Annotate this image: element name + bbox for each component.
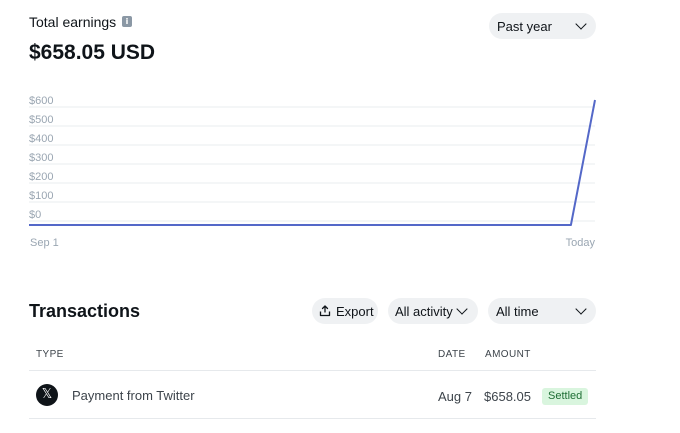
chevron-down-icon [456, 303, 468, 315]
export-button[interactable]: Export [312, 298, 378, 324]
earnings-title: Total earnings [29, 14, 117, 30]
export-icon [319, 305, 331, 317]
chevron-down-icon [575, 303, 587, 315]
column-header-amount: AMOUNT [485, 349, 531, 360]
status-badge: Settled [542, 388, 589, 405]
y-tick-label: $500 [29, 114, 53, 126]
total-earnings-amount: $658.05 USD [29, 41, 156, 64]
earnings-line [29, 99, 596, 226]
y-tick-label: $100 [29, 190, 53, 202]
column-header-type: TYPE [36, 349, 64, 360]
x-axis-ticks: Sep 1 Today [30, 237, 595, 249]
earnings-chart: $600 $500 $400 $300 $200 $100 $0 Sep 1 Today [29, 95, 596, 249]
time-filter[interactable]: All time [488, 298, 596, 324]
export-label: Export [336, 303, 374, 319]
x-logo-icon: 𝕏 [36, 384, 58, 406]
y-tick-label: $200 [29, 171, 53, 183]
y-tick-label: $0 [29, 209, 41, 221]
x-tick-label: Today [566, 237, 596, 249]
info-icon[interactable]: i [122, 16, 132, 27]
transaction-date: Aug 7 [438, 389, 472, 404]
range-select-label: Past year [497, 18, 552, 34]
time-filter-label: All time [496, 303, 539, 319]
y-tick-label: $300 [29, 152, 53, 164]
transaction-description: Payment from Twitter [72, 388, 195, 403]
divider [29, 370, 596, 371]
chart-gridlines [29, 106, 595, 222]
x-tick-label: Sep 1 [30, 237, 59, 249]
range-select[interactable]: Past year [489, 13, 596, 39]
y-tick-label: $400 [29, 133, 53, 145]
activity-filter[interactable]: All activity [388, 298, 478, 324]
chevron-down-icon [575, 18, 587, 30]
divider [29, 418, 596, 419]
y-tick-label: $600 [29, 95, 53, 107]
column-header-date: DATE [438, 349, 466, 360]
transaction-amount: $658.05 [484, 389, 531, 404]
transactions-title: Transactions [29, 301, 141, 321]
activity-filter-label: All activity [395, 303, 453, 319]
